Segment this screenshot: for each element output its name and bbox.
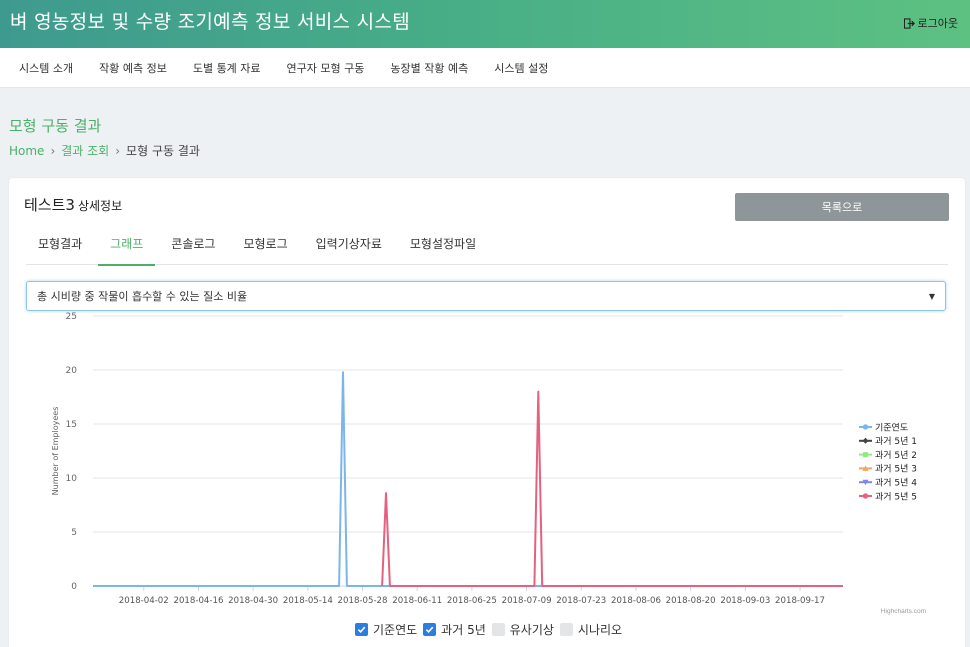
legend-label: 기준연도 [875, 422, 908, 433]
nav-farm-forecast[interactable]: 농장별 작황 예측 [390, 60, 468, 76]
y-tick-label: 5 [71, 528, 77, 538]
x-tick-label: 2018-05-14 [283, 596, 333, 606]
filter-label: 유사기상 [509, 623, 554, 637]
tab-console-log[interactable]: 콘솔로그 [159, 227, 227, 265]
x-tick-label: 2018-09-17 [775, 596, 825, 606]
x-tick-label: 2018-07-23 [556, 596, 606, 606]
x-tick-label: 2018-08-06 [611, 596, 661, 606]
legend-marker [862, 437, 869, 444]
variable-select[interactable]: 총 시비량 중 작물이 흡수할 수 있는 질소 비율 ▼ [26, 281, 946, 311]
tab-graph[interactable]: 그래프 [98, 227, 156, 266]
filter-label: 시나리오 [577, 623, 623, 637]
legend-label: 과거 5년 1 [875, 436, 917, 447]
x-tick-label: 2018-04-30 [228, 596, 278, 606]
main-nav: 시스템 소개 작황 예측 정보 도별 통계 자료 연구자 모형 구동 농장별 작… [0, 48, 970, 88]
checkbox-checked-icon [355, 623, 368, 636]
nav-system-settings[interactable]: 시스템 설정 [494, 60, 548, 76]
detail-name: 테스트3 [24, 196, 75, 214]
nav-system-intro[interactable]: 시스템 소개 [19, 60, 73, 76]
y-tick-label: 25 [66, 312, 77, 322]
detail-tabs: 모형결과 그래프 콘솔로그 모형로그 입력기상자료 모형설정파일 [26, 227, 948, 266]
detail-card: 테스트3 상세정보 목록으로 모형결과 그래프 콘솔로그 모형로그 입력기상자료 … [9, 178, 965, 647]
y-axis-label: Number of Employees [51, 407, 60, 496]
top-header: 벼 영농정보 및 수량 조기예측 정보 서비스 시스템 로그아웃 [0, 0, 970, 48]
chevron-right-icon: › [50, 143, 56, 158]
y-tick-label: 15 [66, 420, 77, 430]
line-chart: 0 5 10 15 20 25 Number of Employees 2018-04-02 2… [51, 312, 926, 615]
filter-label: 과거 5년 [441, 623, 486, 637]
tab-model-log[interactable]: 모형로그 [231, 227, 299, 265]
logout-label: 로그아웃 [917, 17, 958, 30]
page-title: 모형 구동 결과 [9, 117, 102, 135]
chart-credit: Highcharts.com [881, 608, 926, 615]
x-tick-label: 2018-09-03 [720, 596, 770, 606]
legend-label: 과거 5년 3 [875, 464, 917, 475]
y-tick-label: 10 [66, 474, 78, 484]
tab-input-weather[interactable]: 입력기상자료 [304, 227, 394, 265]
y-tick-label: 0 [71, 582, 77, 592]
series-filters: 기준연도 과거 5년 유사기상 시나리오 [355, 621, 628, 638]
breadcrumb-current: 모형 구동 결과 [126, 144, 200, 158]
x-tick-label: 2018-05-28 [338, 596, 388, 606]
back-to-list-button[interactable]: 목록으로 [735, 193, 949, 221]
variable-select-value: 총 시비량 중 작물이 흡수할 수 있는 질소 비율 [37, 290, 248, 303]
nav-province-stats[interactable]: 도별 통계 자료 [193, 60, 261, 76]
filter-base-year[interactable]: 기준연도 [355, 621, 417, 638]
app-title: 벼 영농정보 및 수량 조기예측 정보 서비스 시스템 [10, 11, 410, 33]
detail-suffix: 상세정보 [77, 199, 123, 213]
nav-researcher-model[interactable]: 연구자 모형 구동 [287, 60, 365, 76]
legend-label: 과거 5년 5 [875, 491, 917, 502]
logout-button[interactable]: 로그아웃 [903, 15, 958, 31]
breadcrumb-home[interactable]: Home [9, 144, 44, 158]
x-tick-label: 2018-08-20 [666, 596, 716, 606]
x-tick-label: 2018-07-09 [502, 596, 552, 606]
series-line [381, 390, 843, 587]
legend-marker [862, 424, 869, 430]
caret-down-icon: ▼ [928, 291, 935, 301]
series-line [93, 371, 843, 587]
legend-label: 과거 5년 4 [875, 478, 917, 489]
checkbox-checked-icon [423, 623, 437, 636]
filter-label: 기준연도 [373, 623, 418, 637]
x-tick-label: 2018-06-11 [392, 596, 442, 606]
logout-icon [903, 17, 915, 29]
x-tick-label: 2018-04-02 [119, 596, 169, 606]
chevron-right-icon: › [115, 143, 121, 158]
legend-label: 과거 5년 2 [875, 450, 917, 461]
detail-title: 테스트3 상세정보 [24, 194, 122, 215]
x-tick-label: 2018-06-25 [447, 596, 497, 606]
checkbox-unchecked-icon [559, 623, 573, 636]
breadcrumb-results[interactable]: 결과 조회 [61, 142, 109, 159]
checkbox-unchecked-icon [491, 623, 505, 636]
nav-crop-forecast[interactable]: 작황 예측 정보 [99, 60, 167, 76]
legend-marker [863, 452, 868, 458]
filter-similar-weather[interactable]: 유사기상 [491, 621, 554, 638]
x-tick-label: 2018-04-16 [173, 596, 223, 606]
legend-marker [862, 493, 869, 499]
breadcrumb: Home › 결과 조회 › 모형 구동 결과 [9, 142, 200, 159]
filter-past-5-years[interactable]: 과거 5년 [423, 621, 486, 638]
y-tick-label: 20 [66, 366, 78, 376]
tab-model-result[interactable]: 모형결과 [26, 227, 94, 265]
filter-scenario[interactable]: 시나리오 [559, 621, 623, 638]
tab-model-config[interactable]: 모형설정파일 [398, 227, 488, 265]
